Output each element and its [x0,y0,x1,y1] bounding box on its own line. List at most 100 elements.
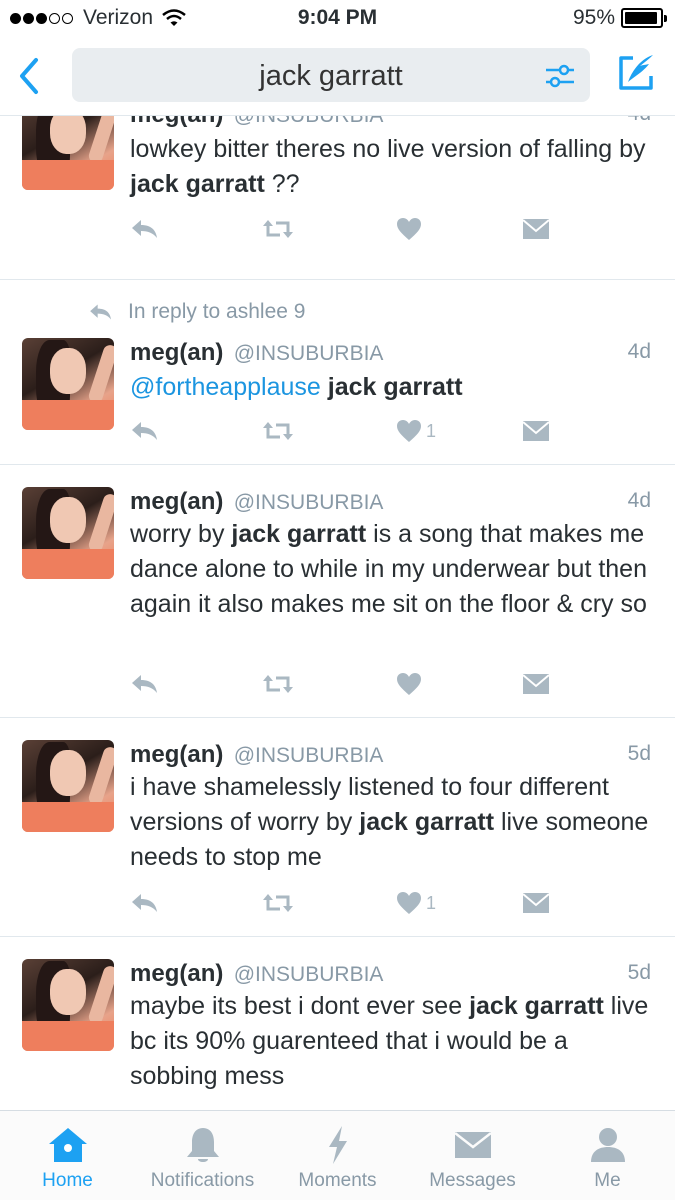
tweet-text-segment [321,373,328,401]
heart-icon [397,673,421,695]
tweet-author-name[interactable]: meg(an) [130,741,223,768]
tweet-author-handle[interactable]: @INSUBURBIA [234,744,384,767]
reply-context[interactable]: In reply to ashlee 9 [88,300,305,324]
tweet-item[interactable]: meg(an) @INSUBURBIA 4d worry by jack gar… [0,465,675,718]
like-button[interactable]: 1 [396,888,436,918]
retweet-button[interactable] [260,888,296,918]
avatar[interactable] [22,338,114,430]
lightning-icon [328,1126,347,1164]
tweet-author-handle[interactable]: @INSUBURBIA [234,116,384,127]
reply-icon [132,894,157,912]
tweet-author-handle[interactable]: @INSUBURBIA [234,491,384,514]
battery-status: 95% [572,6,667,30]
compose-tweet-button[interactable] [615,52,657,94]
tab-label: Messages [429,1170,516,1191]
battery-percent: 95% [572,6,615,29]
home-icon [48,1128,87,1162]
heart-icon [397,892,421,914]
envelope-icon [453,1132,492,1158]
tab-messages[interactable]: Messages [405,1111,540,1200]
tweet-author-name[interactable]: meg(an) [130,488,223,515]
mention-link[interactable]: @fortheapplause [130,373,321,401]
bell-icon [186,1128,219,1162]
tweet-text: @fortheapplause jack garratt [130,370,651,405]
direct-message-button[interactable] [522,416,550,446]
reply-icon [132,675,157,693]
tweet-timestamp: 4d [627,340,651,363]
tweet-timestamp: 4d [627,489,651,512]
search-results-timeline[interactable]: meg(an) @INSUBURBIA 4d lowkey bitter the… [0,116,675,1110]
tweet-text: i have shamelessly listened to four diff… [130,770,651,875]
battery-icon [621,8,667,28]
tweet-author-handle[interactable]: @INSUBURBIA [234,963,384,986]
retweet-button[interactable] [260,214,296,244]
reply-button[interactable] [130,214,160,244]
retweet-icon [263,675,293,693]
reply-button[interactable] [130,669,160,699]
tweet-text: maybe its best i dont ever see jack garr… [130,989,651,1094]
person-icon [590,1128,625,1162]
tweet-actions: 1 [130,888,560,918]
tweet-header: meg(an) @INSUBURBIA 4d [130,116,651,130]
search-term-highlight: jack garratt [130,170,265,198]
heart-icon [397,218,421,240]
tweet-text-segment: maybe its best i dont ever see [130,992,470,1020]
direct-message-button[interactable] [522,669,550,699]
direct-message-button[interactable] [522,888,550,918]
tweet-author-name[interactable]: meg(an) [130,116,223,128]
search-term-highlight: jack garratt [359,808,495,836]
tweet-item[interactable]: meg(an) @INSUBURBIA 4d lowkey bitter the… [0,116,675,280]
tweet-item[interactable]: In reply to ashlee 9 meg(an) @INSUBURBIA… [0,280,675,465]
envelope-icon [522,421,550,441]
avatar[interactable] [22,116,114,190]
search-query: jack garratt [259,60,403,92]
tweet-author-name[interactable]: meg(an) [130,960,223,987]
direct-message-button[interactable] [522,214,550,244]
tweet-actions [130,214,560,244]
search-term-highlight: jack garratt [231,520,367,548]
search-header: jack garratt [0,38,675,116]
search-input[interactable]: jack garratt [72,48,590,102]
retweet-button[interactable] [260,669,296,699]
tweet-text: worry by jack garratt is a song that mak… [130,517,651,622]
envelope-icon [522,219,550,239]
retweet-button[interactable] [260,416,296,446]
reply-button[interactable] [130,416,160,446]
like-button[interactable] [396,214,426,244]
back-button[interactable] [12,56,46,96]
tab-home[interactable]: Home [0,1111,135,1200]
avatar[interactable] [22,487,114,579]
tweet-item[interactable]: meg(an) @INSUBURBIA 5d i have shamelessl… [0,718,675,937]
reply-icon [90,304,111,320]
tweet-timestamp: 4d [628,116,651,128]
tab-me[interactable]: Me [540,1111,675,1200]
search-term-highlight: jack garratt [469,992,604,1020]
like-count: 1 [426,420,437,441]
tweet-text: lowkey bitter theres no live version of … [130,132,651,202]
like-button[interactable] [396,669,426,699]
search-term-highlight: jack garratt [327,373,463,401]
heart-icon [397,420,421,442]
tab-label: Moments [298,1170,377,1191]
retweet-icon [263,422,293,440]
reply-context-text: In reply to ashlee 9 [128,300,306,323]
reply-button[interactable] [130,888,160,918]
tweet-item[interactable]: meg(an) @INSUBURBIA 5d maybe its best i … [0,937,675,1110]
envelope-icon [522,893,550,913]
like-button[interactable]: 1 [396,416,436,446]
tweet-author-name[interactable]: meg(an) [130,339,223,366]
tweet-actions [130,669,560,699]
tweet-author-handle[interactable]: @INSUBURBIA [234,342,384,365]
compose-quill-icon [619,55,653,90]
tab-label: Home [42,1170,93,1191]
bottom-tab-bar: Home Notifications Moments Messages Me [0,1110,675,1200]
tweet-actions: 1 [130,416,560,446]
filter-sliders-icon[interactable] [544,62,576,90]
avatar[interactable] [22,740,114,832]
tab-moments[interactable]: Moments [270,1111,405,1200]
tweet-header: meg(an) @INSUBURBIA 4d [130,338,651,368]
avatar[interactable] [22,959,114,1051]
tab-notifications[interactable]: Notifications [135,1111,270,1200]
retweet-icon [263,894,293,912]
reply-icon [132,220,157,238]
